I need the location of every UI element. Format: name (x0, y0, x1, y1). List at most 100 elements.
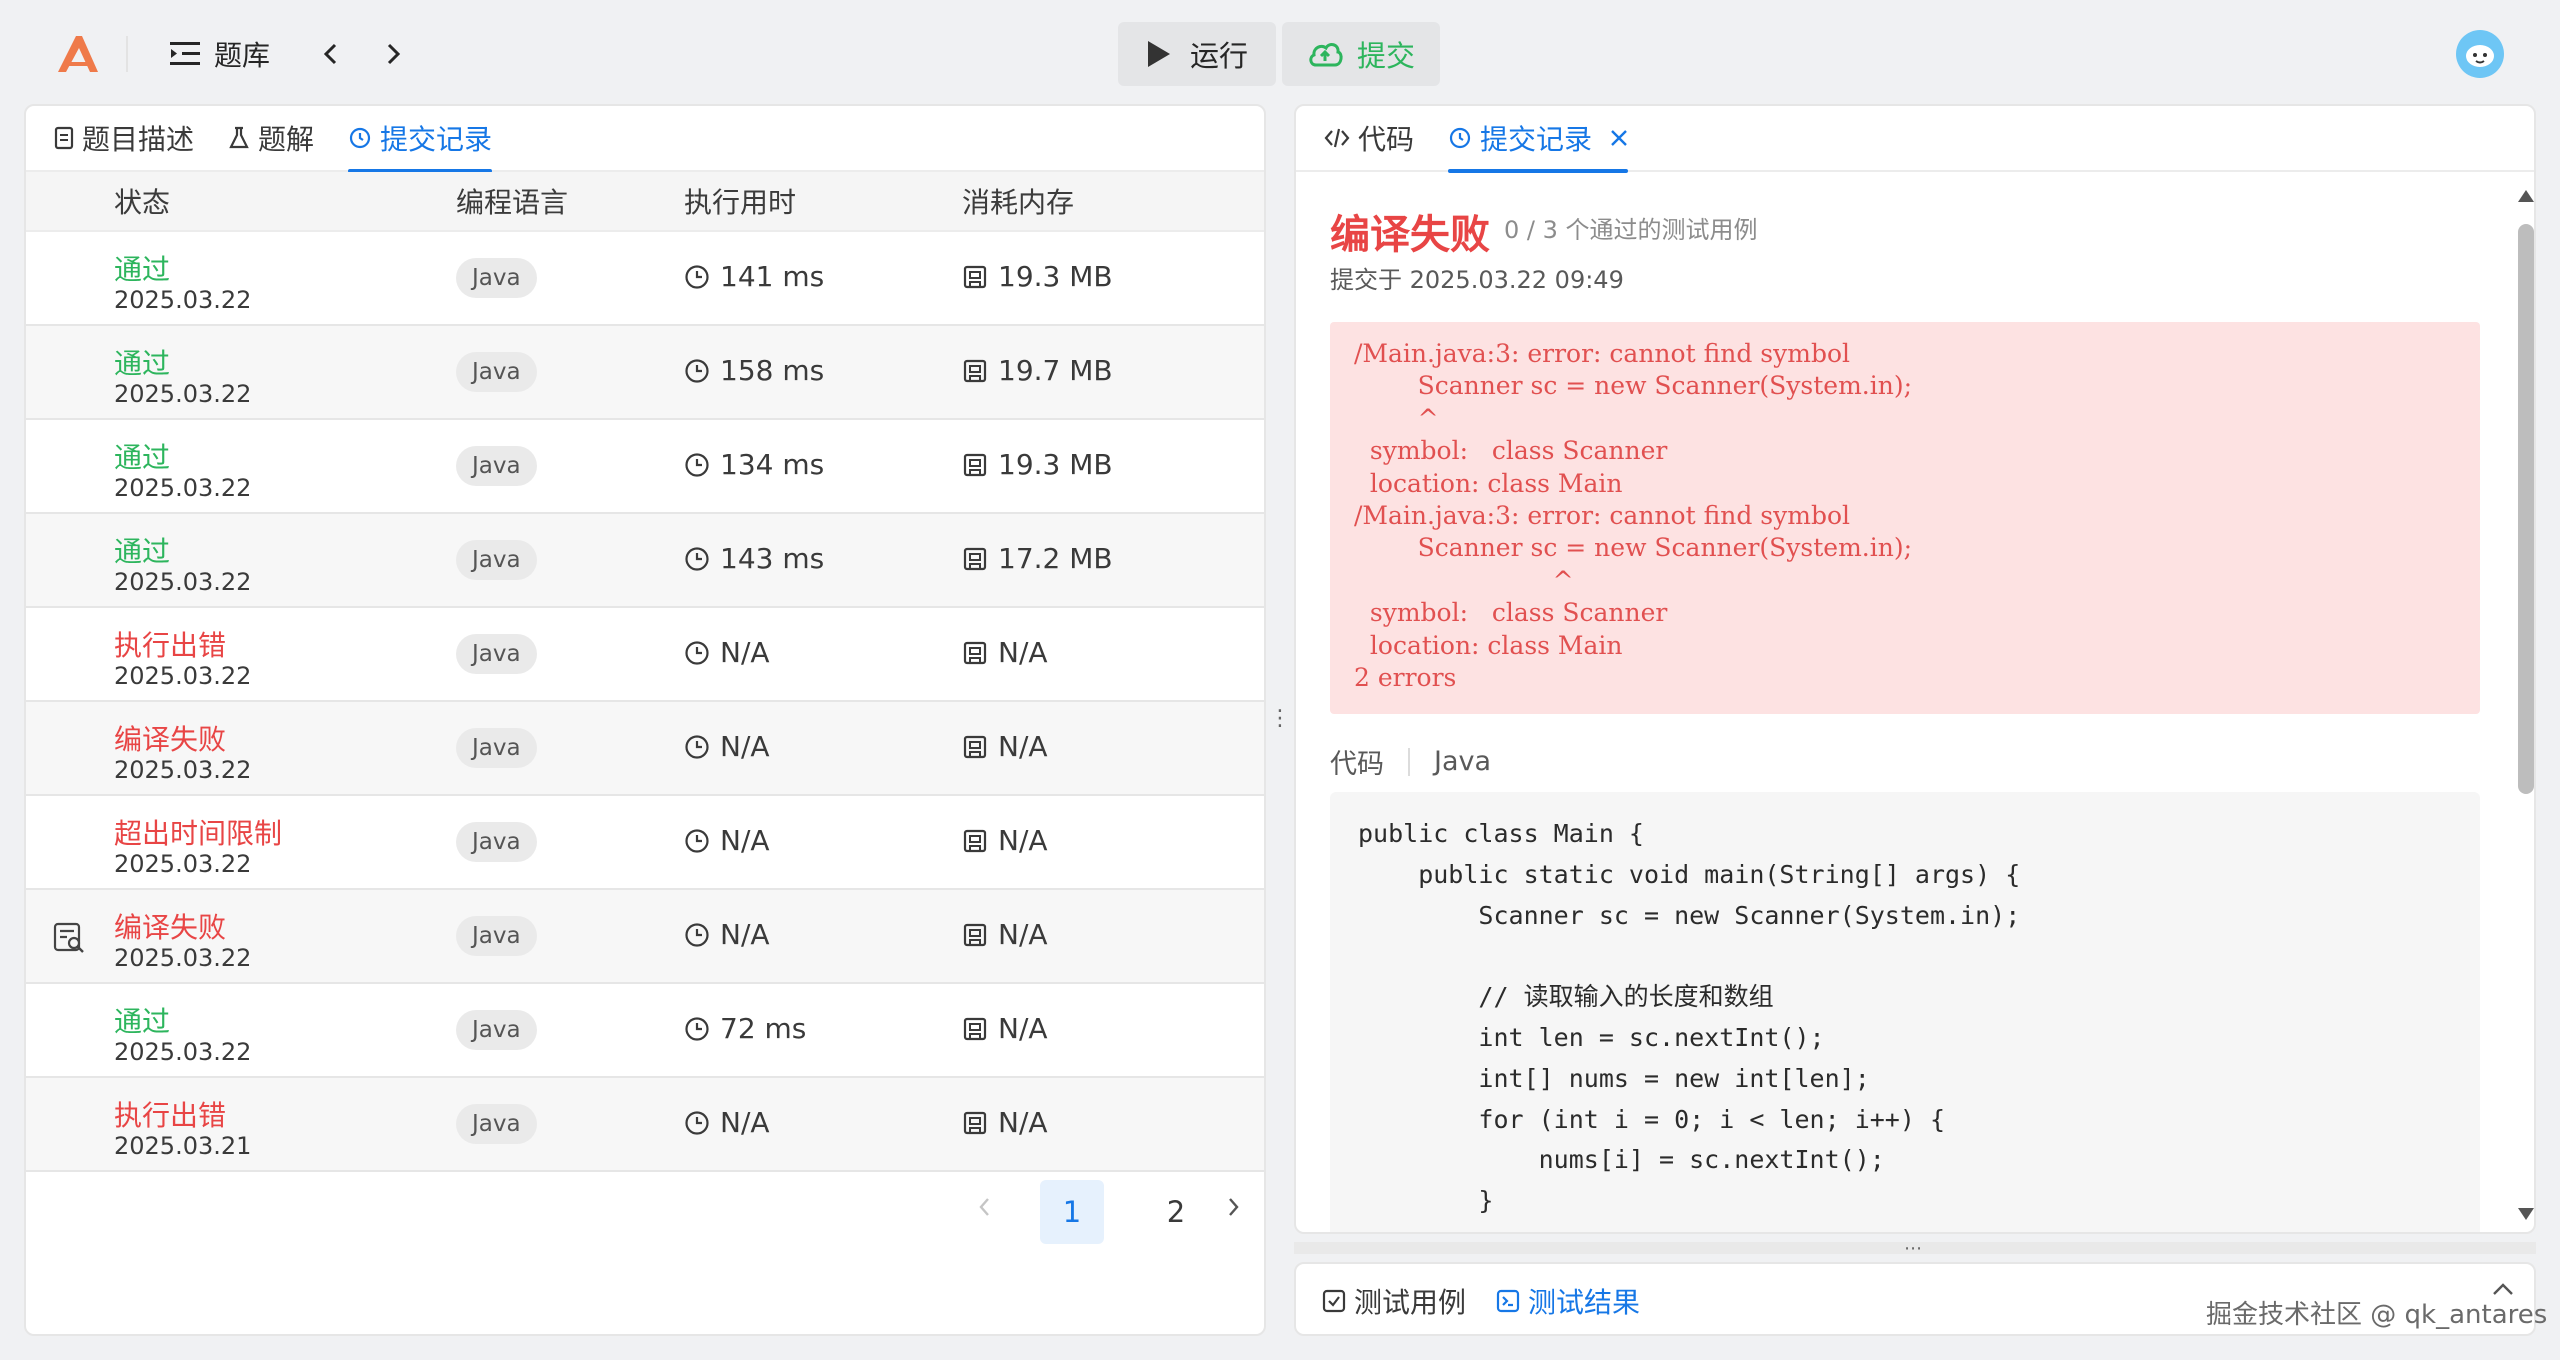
prev-page-button[interactable] (978, 1190, 990, 1225)
submit-date: 2025.03.22 (114, 756, 252, 784)
result-status-title: 编译失败 (1330, 212, 1490, 258)
runtime-value: N/A (720, 824, 770, 857)
tab-submission-detail-label: 提交记录 (1480, 123, 1593, 156)
close-icon[interactable] (1610, 129, 1628, 147)
status-text[interactable]: 编译失败 (114, 718, 226, 758)
scroll-up-arrow-icon[interactable] (2518, 190, 2534, 202)
clock-icon (685, 1016, 709, 1041)
memory-value: 19.3 MB (998, 260, 1113, 293)
right-tabs: 代码 提交记录 (1296, 106, 2534, 173)
runtime: N/A (684, 824, 770, 857)
tab-code[interactable]: 代码 (1324, 106, 1414, 171)
status-text[interactable]: 通过 (114, 436, 170, 476)
user-avatar[interactable] (2456, 30, 2504, 78)
tab-description[interactable]: 题目描述 (54, 106, 194, 171)
status-text[interactable]: 执行出错 (114, 1094, 226, 1134)
runtime: 143 ms (684, 542, 824, 575)
memory: N/A (962, 636, 1048, 669)
submission-list: 通过 2025.03.22 Java 141 ms 19.3 MB 通过 202… (26, 232, 1264, 1172)
memory-value: 19.7 MB (998, 354, 1113, 387)
runtime-value: 72 ms (720, 1012, 807, 1045)
tab-solutions[interactable]: 题解 (228, 106, 314, 171)
runtime-value: 141 ms (720, 260, 825, 293)
memory-chip-icon (963, 453, 987, 476)
memory-chip-icon (963, 735, 987, 758)
status-text[interactable]: 编译失败 (114, 906, 226, 946)
submit-date: 2025.03.22 (114, 1038, 252, 1066)
status-text[interactable]: 通过 (114, 248, 170, 288)
chevron-left-icon (979, 1198, 989, 1216)
runtime: 158 ms (684, 354, 824, 387)
submit-button[interactable]: 提交 (1282, 22, 1440, 86)
run-button[interactable]: 运行 (1118, 22, 1276, 86)
status-text[interactable]: 通过 (114, 530, 170, 570)
scroll-thumb[interactable] (2518, 224, 2534, 794)
table-row[interactable]: 通过 2025.03.22 Java 72 ms N/A (26, 984, 1264, 1078)
problem-bank-button[interactable]: 题库 (170, 30, 270, 78)
memory-value: N/A (998, 918, 1048, 951)
page-1-button[interactable]: 1 (1040, 1180, 1104, 1244)
table-row-selected[interactable]: 编译失败 2025.03.22 Java N/A N/A (26, 890, 1264, 984)
runtime-value: 134 ms (720, 448, 825, 481)
runtime: N/A (684, 1106, 770, 1139)
code-label: 代码 (1330, 749, 1384, 780)
submit-date: 2025.03.22 (114, 662, 252, 690)
memory-chip-icon (963, 1017, 987, 1040)
submit-date: 2025.03.22 (114, 380, 252, 408)
memory-value: 17.2 MB (998, 542, 1113, 575)
clock-icon (685, 546, 709, 571)
header-memory: 消耗内存 (962, 186, 1075, 219)
problem-bank-label: 题库 (214, 39, 271, 72)
right-panel: 代码 提交记录 编译失败 0 / 3 个通过的测试用例 提交于 2025.03.… (1294, 104, 2536, 1234)
vertical-resize-handle[interactable]: ⋮ (1269, 700, 1291, 736)
prev-problem-button[interactable] (310, 32, 350, 76)
memory: N/A (962, 1012, 1048, 1045)
table-row[interactable]: 通过 2025.03.22 Java 134 ms 19.3 MB (26, 420, 1264, 514)
header-runtime: 执行用时 (684, 186, 797, 219)
memory: N/A (962, 824, 1048, 857)
scroll-down-arrow-icon[interactable] (2518, 1208, 2534, 1220)
runtime: 72 ms (684, 1012, 806, 1045)
next-page-button[interactable] (1228, 1190, 1240, 1225)
tab-test-results[interactable]: 测试结果 (1496, 1264, 1640, 1334)
page-2-button[interactable]: 2 (1144, 1180, 1208, 1244)
clock-icon (685, 734, 709, 759)
right-panel-scrollbar[interactable] (2514, 174, 2534, 1232)
language-badge: Java (456, 1010, 537, 1050)
header-status: 状态 (114, 186, 171, 219)
code-label-divider (1408, 747, 1410, 776)
clock-icon (685, 1110, 709, 1135)
app-logo-icon[interactable] (54, 30, 102, 78)
submitted-time: 提交于 2025.03.22 09:49 (1330, 266, 1624, 294)
clock-icon (685, 828, 709, 853)
table-row[interactable]: 通过 2025.03.22 Java 143 ms 17.2 MB (26, 514, 1264, 608)
language-badge: Java (456, 540, 537, 580)
table-row[interactable]: 执行出错 2025.03.22 Java N/A N/A (26, 608, 1264, 702)
horizontal-resize-handle[interactable]: ⋯ (1894, 1238, 1930, 1259)
table-row[interactable]: 编译失败 2025.03.22 Java N/A N/A (26, 702, 1264, 796)
status-text[interactable]: 通过 (114, 342, 170, 382)
submit-date: 2025.03.21 (114, 1132, 252, 1160)
runtime-value: N/A (720, 636, 770, 669)
tab-submission-detail[interactable]: 提交记录 (1448, 106, 1629, 173)
table-row[interactable]: 执行出错 2025.03.21 Java N/A N/A (26, 1078, 1264, 1172)
left-tabs: 题目描述 题解 提交记录 (26, 106, 1264, 173)
status-text[interactable]: 超出时间限制 (114, 812, 282, 852)
tab-test-cases[interactable]: 测试用例 (1322, 1264, 1466, 1334)
status-text[interactable]: 执行出错 (114, 624, 226, 664)
status-text[interactable]: 通过 (114, 1000, 170, 1040)
submitted-code: public class Main { public static void m… (1330, 792, 2480, 1232)
avatar-face-icon (2466, 45, 2494, 67)
view-details-icon[interactable] (52, 920, 86, 954)
clock-icon (685, 640, 709, 665)
runtime-value: N/A (720, 918, 770, 951)
tab-submissions[interactable]: 提交记录 (348, 106, 493, 173)
next-problem-button[interactable] (374, 32, 414, 76)
table-row[interactable]: 通过 2025.03.22 Java 158 ms 19.7 MB (26, 326, 1264, 420)
clock-icon (685, 358, 709, 383)
memory-chip-icon (963, 359, 987, 382)
table-row[interactable]: 通过 2025.03.22 Java 141 ms 19.3 MB (26, 232, 1264, 326)
table-row[interactable]: 超出时间限制 2025.03.22 Java N/A N/A (26, 796, 1264, 890)
memory: 19.3 MB (962, 448, 1113, 481)
history-icon (1449, 127, 1471, 149)
